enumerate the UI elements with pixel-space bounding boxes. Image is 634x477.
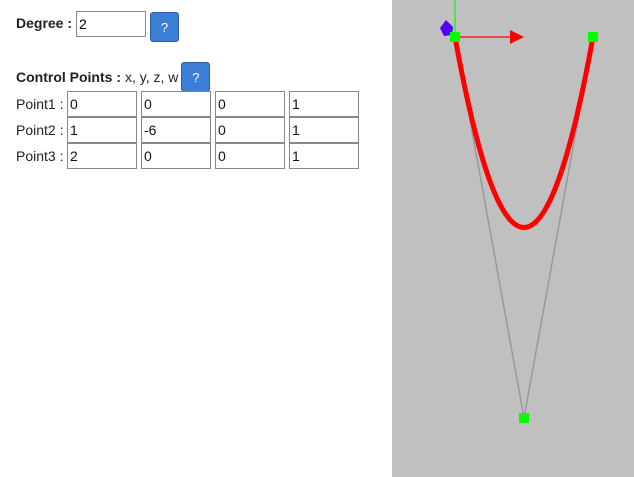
degree-label: Degree : [16, 15, 73, 31]
point1-x-input[interactable] [67, 91, 137, 117]
control-point-1-handle[interactable] [450, 32, 460, 42]
point3-row: Point3 : [16, 143, 363, 169]
point2-row: Point2 : [16, 117, 363, 143]
x-axis-arrow-icon[interactable] [510, 30, 524, 44]
control-points-hint: x, y, z, w [125, 69, 179, 85]
degree-row: Degree : ? [16, 11, 180, 42]
point1-z-input[interactable] [215, 91, 285, 117]
control-points-table: Point1 : Point2 : Point3 : [16, 91, 363, 169]
control-points-help-button[interactable]: ? [181, 62, 211, 92]
degree-help-button[interactable]: ? [150, 12, 180, 42]
point1-label: Point1 : [16, 96, 64, 112]
point2-w-input[interactable] [289, 117, 359, 143]
point3-z-input[interactable] [215, 143, 285, 169]
point1-row: Point1 : [16, 91, 363, 117]
point3-w-input[interactable] [289, 143, 359, 169]
point3-label: Point3 : [16, 148, 64, 164]
control-points-label: Control Points : [16, 69, 121, 85]
control-point-3-handle[interactable] [588, 32, 598, 42]
point2-x-input[interactable] [67, 117, 137, 143]
point3-y-input[interactable] [141, 143, 211, 169]
point3-x-input[interactable] [67, 143, 137, 169]
viewport-canvas[interactable] [392, 0, 634, 477]
degree-input[interactable] [76, 11, 147, 37]
point1-y-input[interactable] [141, 91, 211, 117]
editor-panel: Degree : ? Control Points : x, y, z, w ?… [0, 0, 392, 477]
control-point-2-handle[interactable] [519, 413, 529, 423]
3d-viewport[interactable] [392, 0, 634, 477]
point2-z-input[interactable] [215, 117, 285, 143]
point1-w-input[interactable] [289, 91, 359, 117]
nurbs-curve [452, 34, 596, 231]
point2-label: Point2 : [16, 122, 64, 138]
control-points-header: Control Points : x, y, z, w ? [16, 62, 211, 92]
point2-y-input[interactable] [141, 117, 211, 143]
